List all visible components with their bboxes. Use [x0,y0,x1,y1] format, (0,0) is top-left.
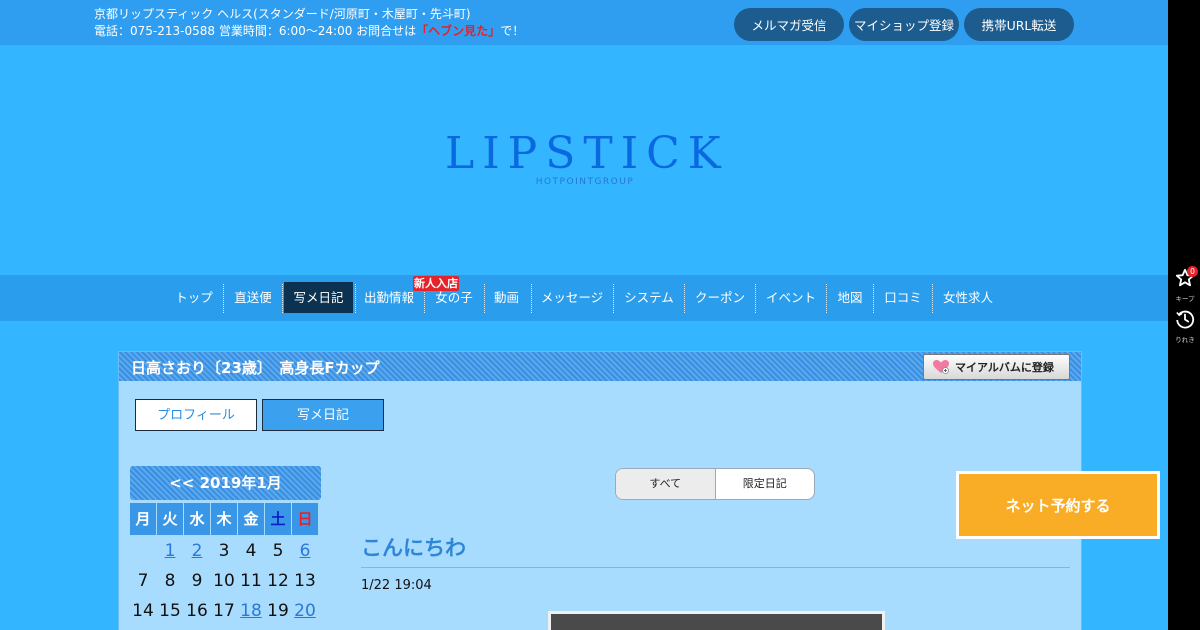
tab-profile[interactable]: プロフィール [135,399,257,431]
history-button[interactable]: りれき [1170,309,1200,344]
nav-item-system[interactable]: システム [619,282,679,313]
logo-text: LIPSTICK [445,128,729,179]
weekday-thu: 木 [211,503,237,535]
nav-item-top[interactable]: トップ [170,282,218,313]
weekday-sun: 日 [292,503,318,535]
diary-calendar: << 2019年1月 月 火 水 木 金 土 日 1 2 3 4 5 6 7 8 9 10 11 12… [130,466,321,625]
calendar-days: 1 2 3 4 5 6 7 8 9 10 11 12 13 14 15 16 17 18 19 20 [130,538,321,625]
nav-item-event[interactable]: イベント [761,282,821,313]
nav-divider [684,284,685,313]
nav-divider [826,284,827,313]
add-to-album-label: マイアルバムに登録 [955,361,1054,374]
post-date: 1/22 19:04 [361,578,432,593]
calendar-day: 4 [245,541,257,561]
main-nav: トップ 直送便 写メ日記 出勤情報 女の子 動画 メッセージ システム クーポン… [0,275,1168,321]
nav-item-coupon[interactable]: クーポン [690,282,750,313]
weekday-sat: 土 [265,503,291,535]
calendar-day: 10 [213,571,235,591]
weekday-mon: 月 [130,503,156,535]
nav-item-reviews[interactable]: 口コミ [879,282,927,313]
calendar-day: 16 [186,601,208,621]
add-to-album-button[interactable]: マイアルバムに登録 [923,354,1070,380]
net-reserve-button[interactable]: ネット予約する [956,471,1160,539]
calendar-day: 14 [132,601,154,621]
nav-divider [755,284,756,313]
calendar-week-row: 7 8 9 10 11 12 13 [130,568,321,595]
my-shop-register-button[interactable]: マイショップ登録 [849,8,959,41]
history-label: りれき [1175,336,1195,344]
calendar-day[interactable]: 6 [292,538,318,565]
nav-item-schedule[interactable]: 出勤情報 [359,282,419,313]
tab-photo-diary[interactable]: 写メ日記 [262,399,384,431]
contact-line: 電話：075-213-0588 営業時間：6:00～24:00 お問合せは「ヘブ… [94,23,524,39]
nav-item-photo-diary[interactable]: 写メ日記 [284,282,353,313]
nav-item-direct[interactable]: 直送便 [229,282,277,313]
calendar-day: 8 [164,571,176,591]
nav-divider [531,284,532,313]
keep-button[interactable]: 0 キープ [1170,266,1200,303]
calendar-empty-cell [130,538,156,565]
contact-suffix: で！ [500,24,525,38]
heaven-mita-highlight: 「ヘブン見た」 [416,24,501,38]
contact-text: 電話：075-213-0588 営業時間：6:00～24:00 お問合せは [94,24,417,38]
calendar-month-nav[interactable]: << 2019年1月 [130,466,321,500]
profile-title-bar: 日高さおり〔23歳〕 高身長Fカップ マイアルバムに登録 [119,352,1081,381]
keep-count-badge: 0 [1187,266,1198,277]
profile-panel: 日高さおり〔23歳〕 高身長Fカップ マイアルバムに登録 プロフィール 写メ日記… [118,351,1082,630]
calendar-day: 9 [191,571,203,591]
calendar-day: 5 [272,541,284,561]
nav-item-video[interactable]: 動画 [488,282,525,313]
top-info-bar: 京都リップスティック ヘルス(スタンダード/河原町・木屋町・先斗町) 電話：07… [0,0,1168,45]
calendar-day: 12 [267,571,289,591]
calendar-day: 11 [240,571,262,591]
calendar-day[interactable]: 20 [292,598,318,625]
girl-name-title: 日高さおり〔23歳〕 高身長Fカップ [131,359,380,377]
keep-label: キープ [1175,295,1195,303]
calendar-day: 7 [137,571,149,591]
shop-name-line: 京都リップスティック ヘルス(スタンダード/河原町・木屋町・先斗町) [94,7,471,21]
filter-all[interactable]: すべて [616,469,715,499]
calendar-day: 3 [218,541,230,561]
calendar-day: 13 [294,571,316,591]
nav-item-map[interactable]: 地図 [832,282,868,313]
new-girl-badge: 新人入店 [413,276,459,291]
nav-divider [282,284,283,313]
shop-logo[interactable]: LIPSTICK HOTPOINTGROUP [445,128,729,188]
post-divider [361,567,1070,568]
nav-divider [873,284,874,313]
nav-divider [355,284,356,313]
nav-divider [932,284,933,313]
side-toolbar: 0 キープ りれき [1168,0,1200,630]
page: 京都リップスティック ヘルス(スタンダード/河原町・木屋町・先斗町) 電話：07… [0,0,1168,630]
weekday-fri: 金 [238,503,264,535]
post-title[interactable]: こんにちわ [361,532,466,562]
mobile-url-transfer-button[interactable]: 携帯URL転送 [964,8,1074,41]
calendar-day: 19 [267,601,289,621]
post-photo[interactable] [548,611,885,630]
diary-filter: すべて 限定日記 [615,468,815,500]
calendar-day[interactable]: 18 [238,598,264,625]
nav-divider [223,284,224,313]
history-icon [1176,310,1195,329]
calendar-day: 17 [213,601,235,621]
calendar-week-row: 123456 [130,538,321,565]
nav-item-recruit[interactable]: 女性求人 [938,282,998,313]
nav-item-message[interactable]: メッセージ [536,282,608,313]
calendar-day: 15 [159,601,181,621]
nav-divider [484,284,485,313]
weekday-tue: 火 [157,503,183,535]
filter-limited[interactable]: 限定日記 [716,469,815,499]
calendar-day[interactable]: 1 [157,538,183,565]
calendar-week-row: 14 15 16 17 18 19 20 [130,598,321,625]
calendar-day[interactable]: 2 [184,538,210,565]
calendar-weekday-row: 月 火 水 木 金 土 日 [130,503,321,535]
mail-magazine-button[interactable]: メルマガ受信 [734,8,844,41]
weekday-wed: 水 [184,503,210,535]
nav-divider [613,284,614,313]
heart-icon [933,360,949,374]
